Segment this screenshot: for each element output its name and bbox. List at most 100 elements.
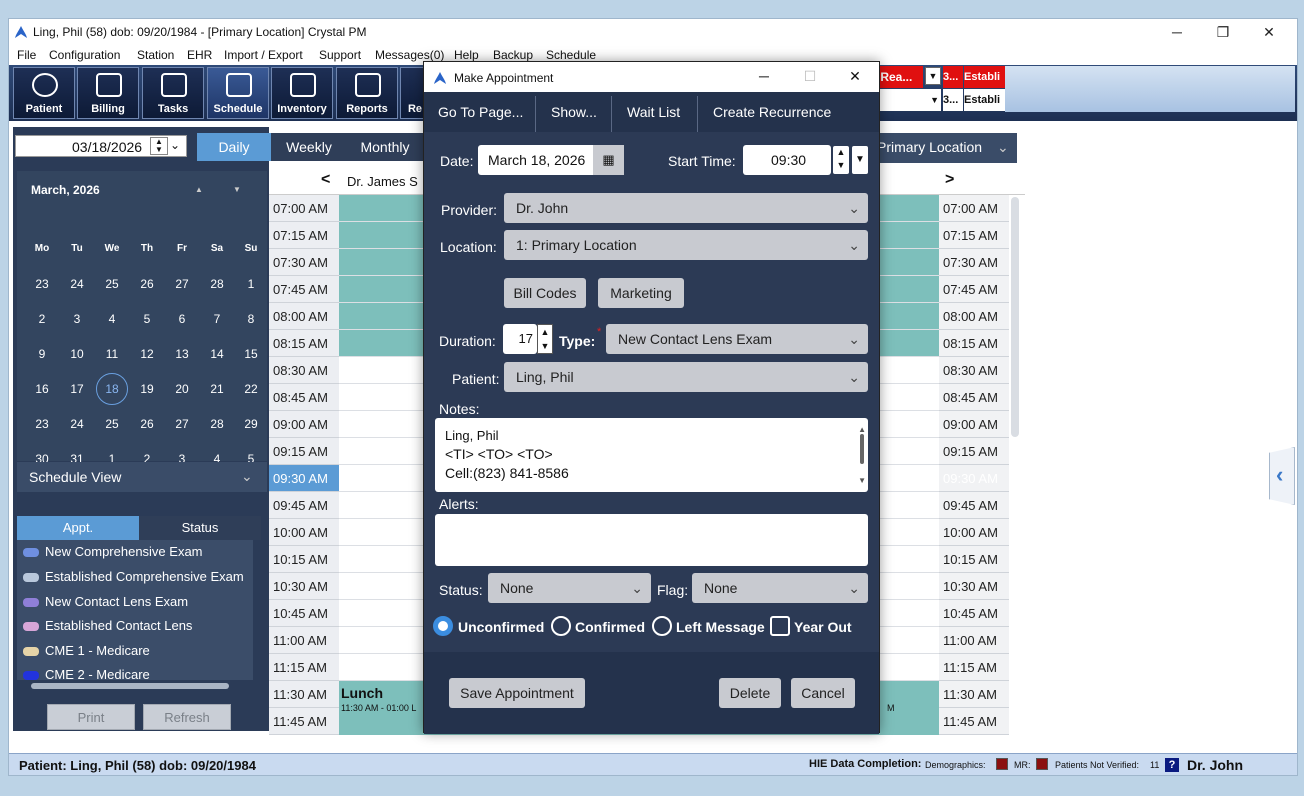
legend-item[interactable]: New Contact Lens Exam — [23, 594, 188, 609]
date-picker[interactable]: 03/18/2026 ▲ ▼ ⌄ — [15, 135, 187, 157]
calendar-day[interactable]: 22 — [236, 382, 266, 396]
dialog-maximize-button[interactable]: ☐ — [790, 68, 830, 85]
calendar-day[interactable]: 23 — [27, 277, 57, 291]
calendar-day[interactable]: 23 — [27, 417, 57, 431]
refresh-button[interactable]: Refresh — [143, 704, 231, 730]
create-recurrence-button[interactable]: Create Recurrence — [713, 104, 831, 120]
status-select[interactable]: None ⌄ — [488, 573, 651, 603]
calendar-day[interactable]: 13 — [167, 347, 197, 361]
calendar-day[interactable]: 7 — [202, 312, 232, 326]
close-button[interactable]: ✕ — [1247, 21, 1291, 43]
location-select-dialog[interactable]: 1: Primary Location ⌄ — [504, 230, 868, 260]
wait-list-button[interactable]: Wait List — [627, 104, 680, 120]
tab-status[interactable]: Status — [139, 516, 261, 540]
start-time-spinner-icon[interactable]: ▲ ▼ — [833, 146, 849, 174]
dropdown-arrow-icon[interactable]: ▼ — [925, 67, 941, 85]
calendar-day[interactable]: 26 — [132, 417, 162, 431]
calendar-day[interactable]: 27 — [167, 417, 197, 431]
menu-station[interactable]: Station — [137, 48, 174, 62]
calendar-day[interactable]: 24 — [62, 417, 92, 431]
confirmed-radio[interactable] — [551, 616, 571, 636]
calendar-day[interactable]: 16 — [27, 382, 57, 396]
tab-monthly[interactable]: Monthly — [347, 133, 423, 161]
left-message-radio[interactable] — [652, 616, 672, 636]
menu-configuration[interactable]: Configuration — [49, 48, 120, 62]
calendar-day[interactable]: 12 — [132, 347, 162, 361]
tab-daily[interactable]: Daily — [197, 133, 271, 161]
calendar-day[interactable]: 25 — [97, 417, 127, 431]
legend-item[interactable]: Established Comprehensive Exam — [23, 569, 244, 584]
calendar-day[interactable]: 10 — [62, 347, 92, 361]
start-time-dropdown-icon[interactable]: ▼ — [852, 146, 868, 174]
spinner-icon[interactable]: ▲ ▼ — [150, 137, 168, 155]
side-panel-toggle[interactable]: ‹ — [1269, 447, 1295, 505]
next-day-button[interactable]: > — [945, 171, 954, 189]
legend-item[interactable]: CME 1 - Medicare — [23, 643, 150, 658]
calendar-day[interactable]: 24 — [62, 277, 92, 291]
calendar-day[interactable]: 8 — [236, 312, 266, 326]
menu-messages[interactable]: Messages(0) — [375, 48, 444, 62]
date-field[interactable]: March 18, 2026 ▦ — [478, 145, 624, 175]
alerts-textarea[interactable] — [435, 514, 868, 566]
go-to-page-button[interactable]: Go To Page... — [438, 104, 523, 120]
dialog-close-button[interactable]: ✕ — [835, 68, 875, 85]
calendar-day[interactable]: 14 — [202, 347, 232, 361]
next-month-icon[interactable]: ▼ — [233, 185, 241, 194]
calendar-day[interactable]: 17 — [62, 382, 92, 396]
calendar-icon[interactable]: ▦ — [593, 145, 624, 175]
duration-field[interactable]: 17 — [503, 324, 537, 354]
calendar-day[interactable]: 1 — [236, 277, 266, 291]
calendar-day[interactable]: 29 — [236, 417, 266, 431]
type-select[interactable]: New Contact Lens Exam ⌄ — [606, 324, 868, 354]
cancel-button[interactable]: Cancel — [791, 678, 855, 708]
calendar-day[interactable]: 21 — [202, 382, 232, 396]
show-button[interactable]: Show... — [551, 104, 597, 120]
duration-spinner-icon[interactable]: ▲ ▼ — [537, 324, 553, 354]
calendar-day[interactable]: 5 — [132, 312, 162, 326]
location-select[interactable]: Primary Location ⌄ — [875, 133, 1017, 163]
legend-item[interactable]: CME 2 - Medicare — [23, 667, 150, 680]
schedule-scrollbar[interactable] — [1011, 197, 1019, 437]
tab-weekly[interactable]: Weekly — [271, 133, 347, 161]
dialog-minimize-button[interactable]: ─ — [744, 68, 784, 84]
delete-button[interactable]: Delete — [719, 678, 781, 708]
calendar-day[interactable]: 6 — [167, 312, 197, 326]
calendar-day[interactable]: 11 — [97, 347, 127, 361]
calendar-day[interactable]: 28 — [202, 417, 232, 431]
notes-textarea[interactable]: Ling, Phil <TI> <TO> <TO> Cell:(823) 841… — [435, 418, 868, 492]
print-button[interactable]: Print — [47, 704, 135, 730]
unconfirmed-radio[interactable] — [433, 616, 453, 636]
dropdown-arrow-icon[interactable]: ▼ — [871, 89, 941, 111]
toolbar-billing-button[interactable]: Billing — [77, 67, 139, 119]
calendar-day[interactable]: 4 — [97, 312, 127, 326]
calendar-day[interactable]: 9 — [27, 347, 57, 361]
calendar-day[interactable]: 2 — [27, 312, 57, 326]
menu-schedule[interactable]: Schedule — [546, 48, 596, 62]
toolbar-reports-button[interactable]: Reports — [336, 67, 398, 119]
calendar-day[interactable]: 25 — [97, 277, 127, 291]
legend-scrollbar[interactable] — [253, 540, 265, 680]
minimize-button[interactable]: ─ — [1155, 21, 1199, 43]
patient-select[interactable]: Ling, Phil ⌄ — [504, 362, 868, 392]
year-out-checkbox[interactable] — [770, 616, 790, 636]
menu-import-export[interactable]: Import / Export — [224, 48, 303, 62]
legend-horizontal-scrollbar[interactable] — [17, 680, 243, 692]
menu-support[interactable]: Support — [319, 48, 361, 62]
calendar-day[interactable]: 15 — [236, 347, 266, 361]
calendar-day[interactable]: 28 — [202, 277, 232, 291]
calendar-day[interactable]: 20 — [167, 382, 197, 396]
legend-item[interactable]: Established Contact Lens — [23, 618, 192, 633]
calendar-day[interactable]: 27 — [167, 277, 197, 291]
scroll-down-icon[interactable]: ▼ — [858, 471, 866, 490]
calendar-day[interactable]: 18 — [96, 373, 128, 405]
menu-backup[interactable]: Backup — [493, 48, 533, 62]
menu-help[interactable]: Help — [454, 48, 479, 62]
legend-item[interactable]: New Comprehensive Exam — [23, 544, 203, 559]
toolbar-inventory-button[interactable]: Inventory — [271, 67, 333, 119]
restore-button[interactable]: ❐ — [1201, 21, 1245, 43]
calendar-day[interactable]: 26 — [132, 277, 162, 291]
toolbar-schedule-button[interactable]: Schedule — [207, 67, 269, 119]
toolbar-patient-button[interactable]: Patient — [13, 67, 75, 119]
toolbar-tasks-button[interactable]: Tasks — [142, 67, 204, 119]
bill-codes-button[interactable]: Bill Codes — [504, 278, 586, 308]
